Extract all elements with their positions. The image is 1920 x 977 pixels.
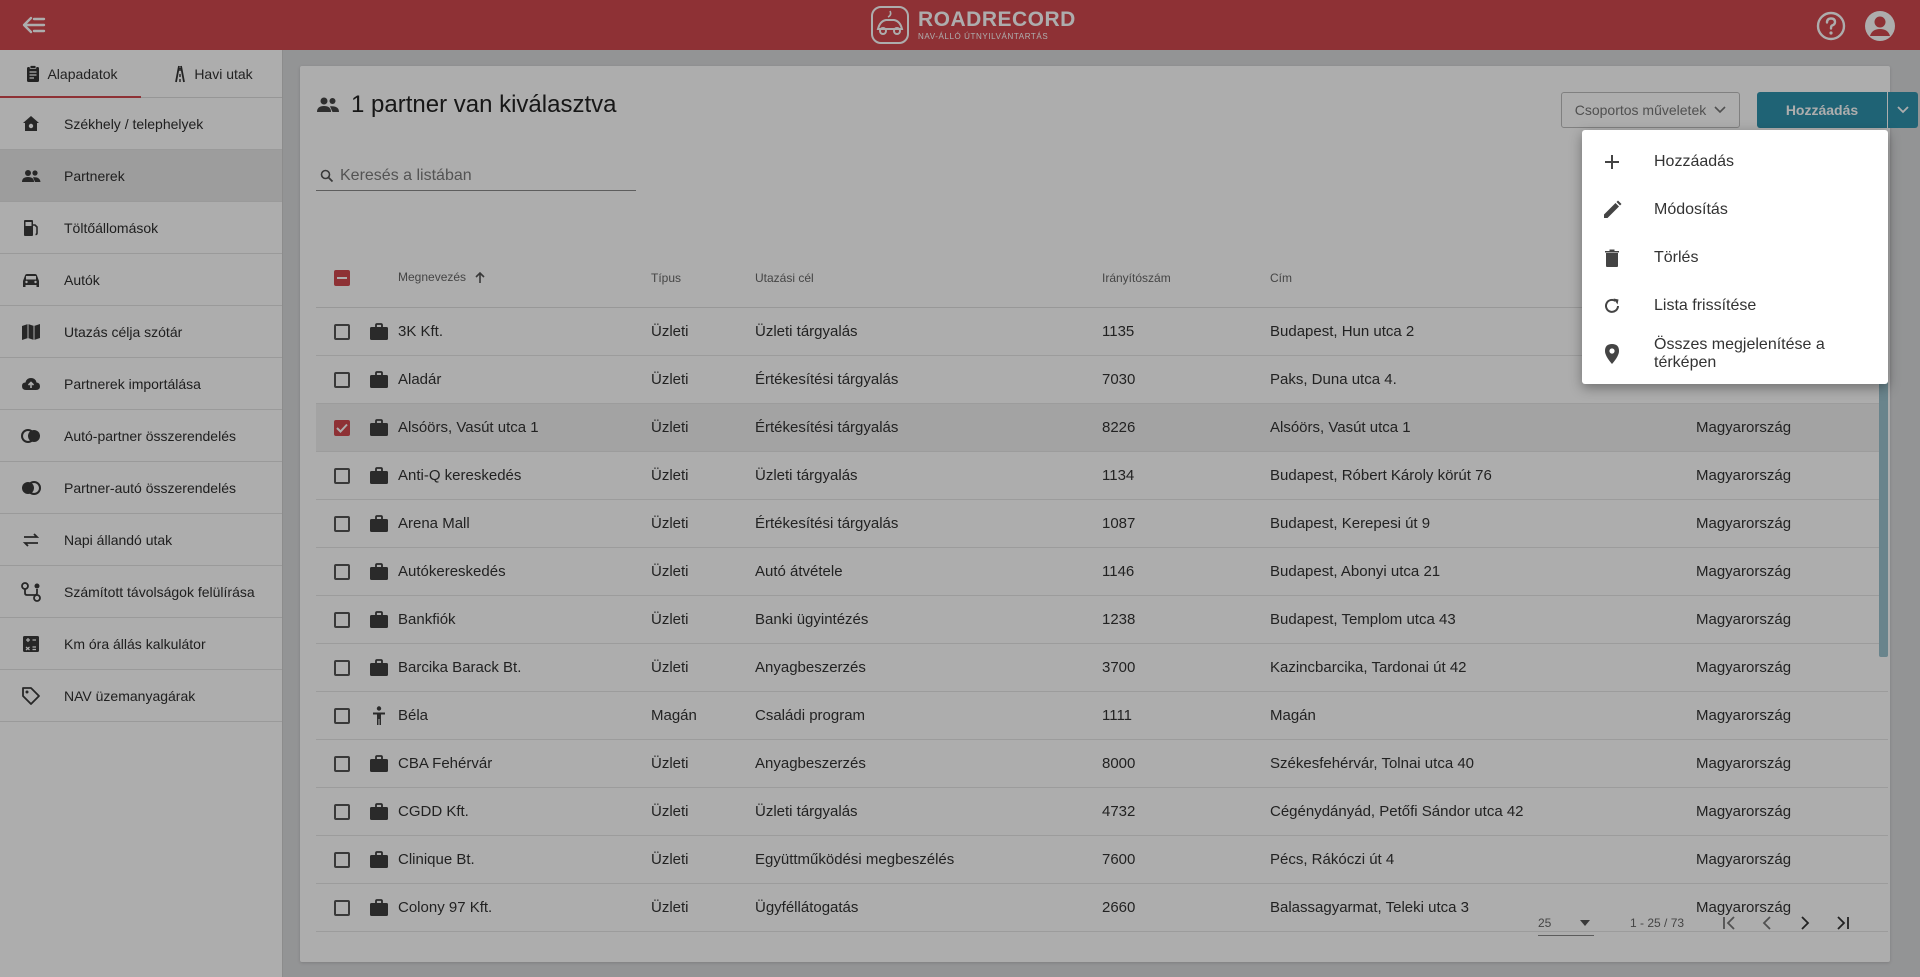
- menu-item-label: Lista frissítése: [1654, 297, 1757, 314]
- menu-item-add[interactable]: Hozzáadás: [1582, 138, 1888, 186]
- menu-item-refresh[interactable]: Lista frissítése: [1582, 282, 1888, 330]
- menu-item-label: Összes megjelenítése a térképen: [1654, 336, 1825, 371]
- add-dropdown-menu: Hozzáadás Módosítás Törlés Lista frissít…: [1582, 130, 1888, 384]
- trash-icon: [1605, 249, 1619, 267]
- menu-item-label: Hozzáadás: [1654, 153, 1735, 170]
- map-pin-icon: [1605, 344, 1619, 364]
- pencil-icon: [1604, 200, 1622, 218]
- menu-item-delete[interactable]: Törlés: [1582, 234, 1888, 282]
- menu-item-label: Törlés: [1654, 249, 1699, 266]
- menu-item-edit[interactable]: Módosítás: [1582, 186, 1888, 234]
- menu-item-label: Módosítás: [1654, 201, 1728, 218]
- menu-item-show-on-map[interactable]: Összes megjelenítése a térképen: [1582, 330, 1888, 378]
- refresh-icon: [1605, 298, 1619, 313]
- plus-icon: [1605, 155, 1619, 169]
